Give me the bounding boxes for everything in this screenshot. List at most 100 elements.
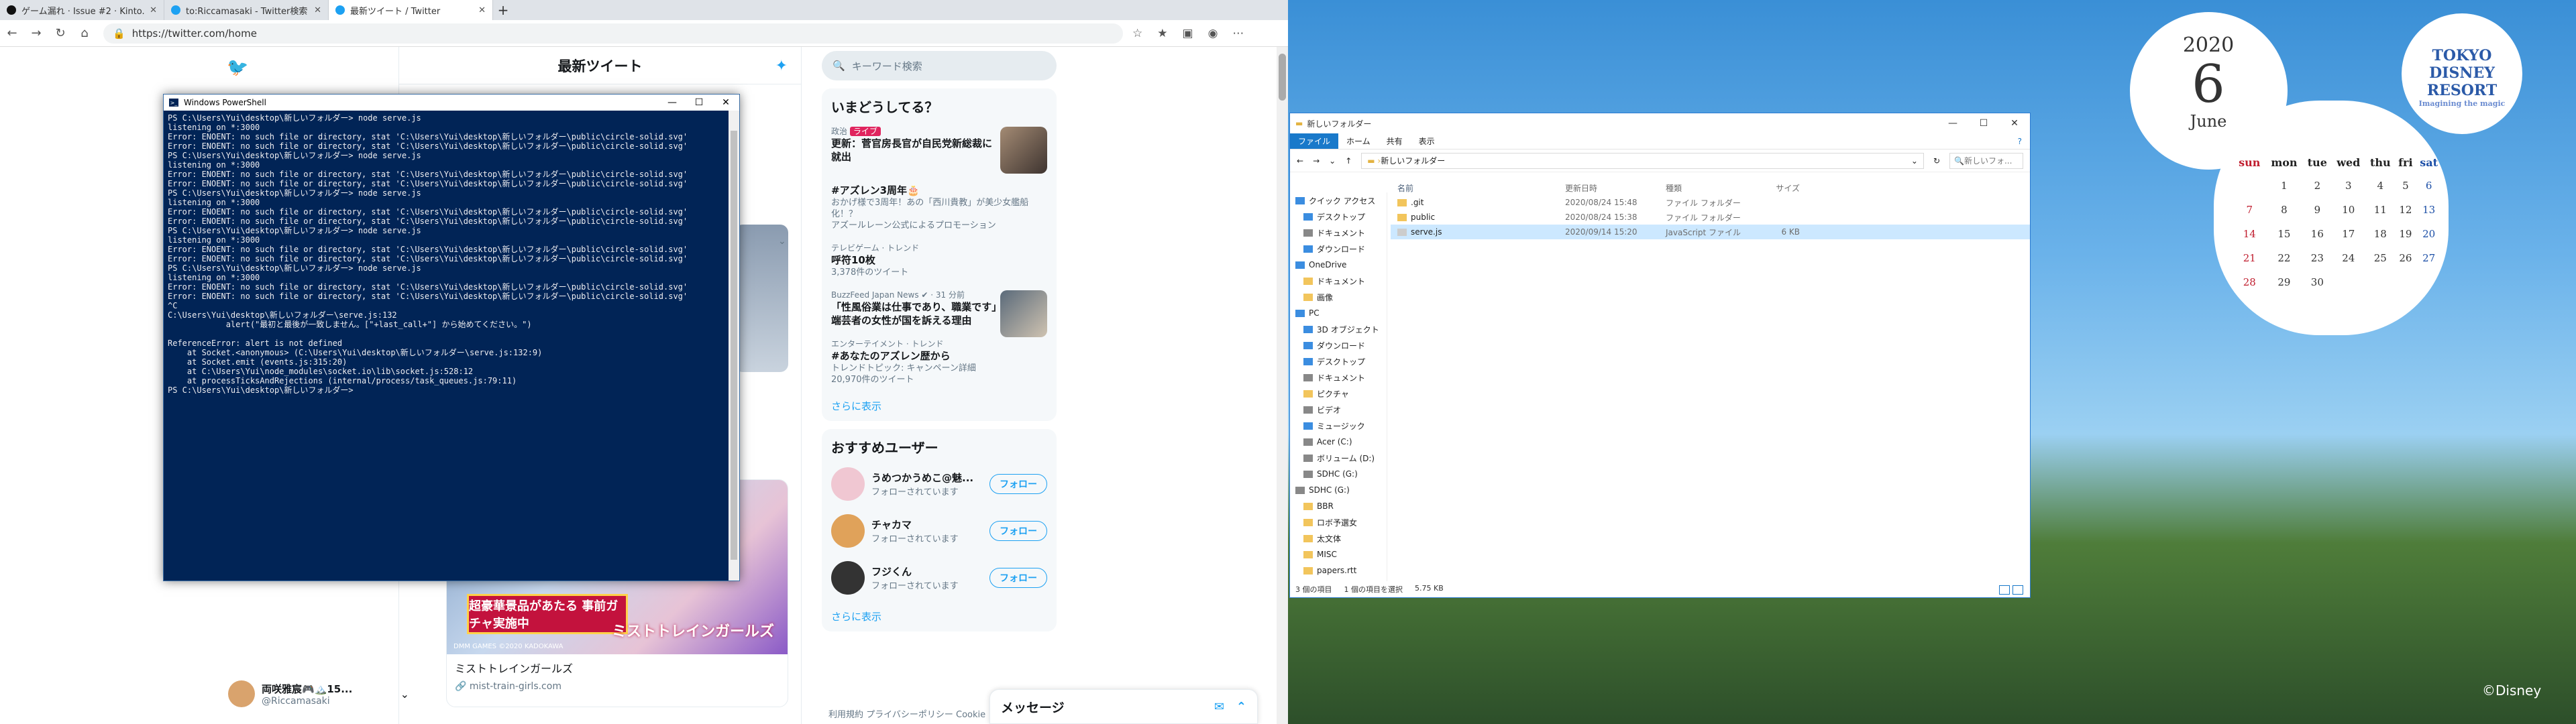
nav-tree-item[interactable]: Acer (C:): [1290, 434, 1387, 450]
scroll-thumb[interactable]: [731, 131, 737, 560]
ribbon-tab-file[interactable]: ファイル: [1290, 133, 1339, 149]
nav-tree-item[interactable]: デスクトップ: [1290, 208, 1387, 225]
recent-icon[interactable]: ⌄: [1329, 156, 1336, 166]
follow-button[interactable]: フォロー: [989, 521, 1047, 541]
console-output[interactable]: PS C:\Users\Yui\desktop\新しいフォルダー> node s…: [164, 111, 739, 398]
col-name[interactable]: 名前: [1391, 182, 1565, 194]
show-more-link[interactable]: さらに表示: [822, 601, 1057, 631]
nav-tree-item[interactable]: デスクトップ: [1290, 353, 1387, 369]
nav-tree-item[interactable]: ドキュメント: [1290, 225, 1387, 241]
chevron-down-icon[interactable]: ⌄: [1911, 156, 1918, 166]
new-message-icon[interactable]: ✉: [1214, 700, 1224, 714]
follow-button[interactable]: フォロー: [989, 474, 1047, 494]
maximize-icon[interactable]: ☐: [686, 97, 712, 108]
refresh-icon[interactable]: ↻: [1933, 156, 1940, 166]
forward-icon[interactable]: →: [24, 26, 48, 40]
page-scrollbar[interactable]: [1277, 47, 1288, 724]
powershell-titlebar[interactable]: >_ Windows PowerShell — ☐ ✕: [164, 95, 739, 111]
close-icon[interactable]: ✕: [314, 5, 321, 15]
close-icon[interactable]: ✕: [478, 5, 486, 15]
chevron-down-icon[interactable]: ⌄: [778, 236, 786, 247]
nav-tree-item[interactable]: SDHC (G:): [1290, 466, 1387, 482]
back-icon[interactable]: ←: [0, 26, 24, 40]
powershell-window[interactable]: >_ Windows PowerShell — ☐ ✕ PS C:\Users\Yu…: [163, 94, 740, 581]
url-field[interactable]: 🔒 https://twitter.com/home: [103, 23, 1123, 44]
trend-item[interactable]: エンターテイメント · トレンド #あなたのアズレン歴から トレンドトピック: …: [822, 333, 1057, 391]
ribbon-tab-home[interactable]: ホーム: [1338, 133, 1379, 149]
nav-tree-item[interactable]: クイック アクセス: [1290, 192, 1387, 208]
trend-item[interactable]: テレビゲーム · トレンド 呼符10枚 3,378件のツイート: [822, 237, 1057, 284]
back-icon[interactable]: ←: [1297, 156, 1303, 166]
nav-tree-item[interactable]: papers.rtt: [1290, 562, 1387, 579]
file-row[interactable]: public 2020/08/24 15:38 ファイル フォルダー: [1391, 210, 2030, 225]
path-bar[interactable]: ▬ › 新しいフォルダー ⌄: [1361, 152, 1924, 169]
tab-twitter-search[interactable]: to:Riccamasaki - Twitter検索 / ... ✕: [164, 0, 329, 20]
ribbon-tab-view[interactable]: 表示: [1411, 133, 1443, 149]
follow-button[interactable]: フォロー: [989, 568, 1047, 588]
messages-drawer[interactable]: メッセージ ✉ ⌃: [989, 689, 1258, 724]
nav-pane[interactable]: クイック アクセス デスクトップ ドキュメント ダウンロード OneDrive ドキュメン…: [1290, 192, 1387, 581]
trend-item[interactable]: 政治 ライブ 更新：菅官房長官が自民党新総裁に就出: [822, 120, 1057, 174]
trend-item[interactable]: BuzzFeed Japan News ✔ · 31 分前 「性風俗業は仕事であ…: [822, 284, 1057, 337]
nav-tree-item[interactable]: ロボ予選女: [1290, 514, 1387, 530]
col-size[interactable]: サイズ: [1746, 182, 1800, 194]
nav-tree-item[interactable]: MISC: [1290, 546, 1387, 562]
help-icon[interactable]: ?: [2010, 133, 2030, 149]
search-input[interactable]: 🔍 キーワード検索: [822, 51, 1057, 80]
sparkle-icon[interactable]: ✦: [775, 58, 788, 74]
tweet-image[interactable]: [735, 225, 788, 372]
nav-tree-item[interactable]: 画像: [1290, 289, 1387, 305]
nav-tree-item[interactable]: PC: [1290, 305, 1387, 321]
favorites-bar-icon[interactable]: ★: [1157, 27, 1167, 40]
trend-item[interactable]: #アズレン3周年🎂 おかげ様で3周年！あの「西川貴教」が美少女艦船化！？ アズー…: [822, 178, 1057, 237]
home-icon[interactable]: ⌂: [72, 26, 97, 40]
explorer-window[interactable]: ▬ 新しいフォルダー — ☐ ✕ ファイル ホーム 共有 表示 ? ← → ⌄ ↑ …: [1289, 113, 2031, 598]
nav-tree-item[interactable]: ドキュメント: [1290, 369, 1387, 385]
reload-icon[interactable]: ↻: [48, 26, 72, 40]
nav-tree-item[interactable]: 3D オブジェクト: [1290, 321, 1387, 337]
explorer-titlebar[interactable]: ▬ 新しいフォルダー — ☐ ✕: [1290, 113, 2030, 133]
user-item[interactable]: うめつかうめこ@魅... フォローされています フォロー: [822, 461, 1057, 507]
new-tab-button[interactable]: +: [493, 0, 513, 20]
chevron-up-icon[interactable]: ⌃: [1236, 700, 1246, 714]
col-date[interactable]: 更新日時: [1565, 182, 1666, 194]
minimize-icon[interactable]: —: [659, 97, 686, 108]
account-switcher[interactable]: 両咲雅宸🎮🏔️15... @Riccamasaki ⌄: [228, 670, 409, 717]
details-view-icon[interactable]: [1999, 585, 2010, 595]
nav-tree-item[interactable]: ビデオ: [1290, 402, 1387, 418]
twitter-logo-icon[interactable]: 🐦: [227, 58, 248, 78]
file-row[interactable]: .git 2020/08/24 15:48 ファイル フォルダー: [1391, 195, 2030, 210]
ribbon-tab-share[interactable]: 共有: [1379, 133, 1411, 149]
menu-icon[interactable]: ⋯: [1232, 27, 1244, 40]
nav-tree-item[interactable]: ドキュメント: [1290, 273, 1387, 289]
profile-icon[interactable]: ◉: [1208, 27, 1218, 40]
tiles-view-icon[interactable]: [2012, 585, 2023, 595]
nav-tree-item[interactable]: ダウンロード: [1290, 337, 1387, 353]
col-type[interactable]: 種類: [1666, 182, 1746, 194]
nav-tree-item[interactable]: ボリューム (D:): [1290, 450, 1387, 466]
close-icon[interactable]: ✕: [712, 97, 739, 108]
up-icon[interactable]: ↑: [1345, 156, 1352, 166]
show-more-link[interactable]: さらに表示: [822, 391, 1057, 421]
close-icon[interactable]: ✕: [1999, 118, 2030, 129]
nav-tree-item[interactable]: ダウンロード: [1290, 241, 1387, 257]
favorite-icon[interactable]: ☆: [1132, 27, 1142, 40]
scroll-thumb[interactable]: [1279, 54, 1286, 101]
user-item[interactable]: チャカマ フォローされています フォロー: [822, 507, 1057, 554]
nav-tree-item[interactable]: 太文体: [1290, 530, 1387, 546]
console-scrollbar[interactable]: [729, 111, 739, 581]
nav-tree-item[interactable]: OneDrive: [1290, 257, 1387, 273]
nav-tree-item[interactable]: ピクチャ: [1290, 385, 1387, 402]
tab-twitter-home[interactable]: 最新ツイート / Twitter ✕: [329, 0, 493, 20]
nav-tree-item[interactable]: ミュージック: [1290, 418, 1387, 434]
forward-icon[interactable]: →: [1313, 156, 1320, 166]
file-row[interactable]: serve.js 2020/09/14 15:20 JavaScript ファイル 6…: [1391, 225, 2030, 239]
user-item[interactable]: フジくん フォローされています フォロー: [822, 554, 1057, 601]
close-icon[interactable]: ✕: [150, 5, 157, 15]
maximize-icon[interactable]: ☐: [1968, 118, 1999, 129]
tab-github-issue[interactable]: ゲーム漏れ · Issue #2 · Kinto... ✕: [0, 0, 164, 20]
explorer-search-input[interactable]: 🔍 新しいフォ...: [1949, 152, 2023, 169]
collections-icon[interactable]: ▣: [1183, 27, 1193, 40]
nav-tree-item[interactable]: BBR: [1290, 498, 1387, 514]
nav-tree-item[interactable]: SDHC (G:): [1290, 482, 1387, 498]
